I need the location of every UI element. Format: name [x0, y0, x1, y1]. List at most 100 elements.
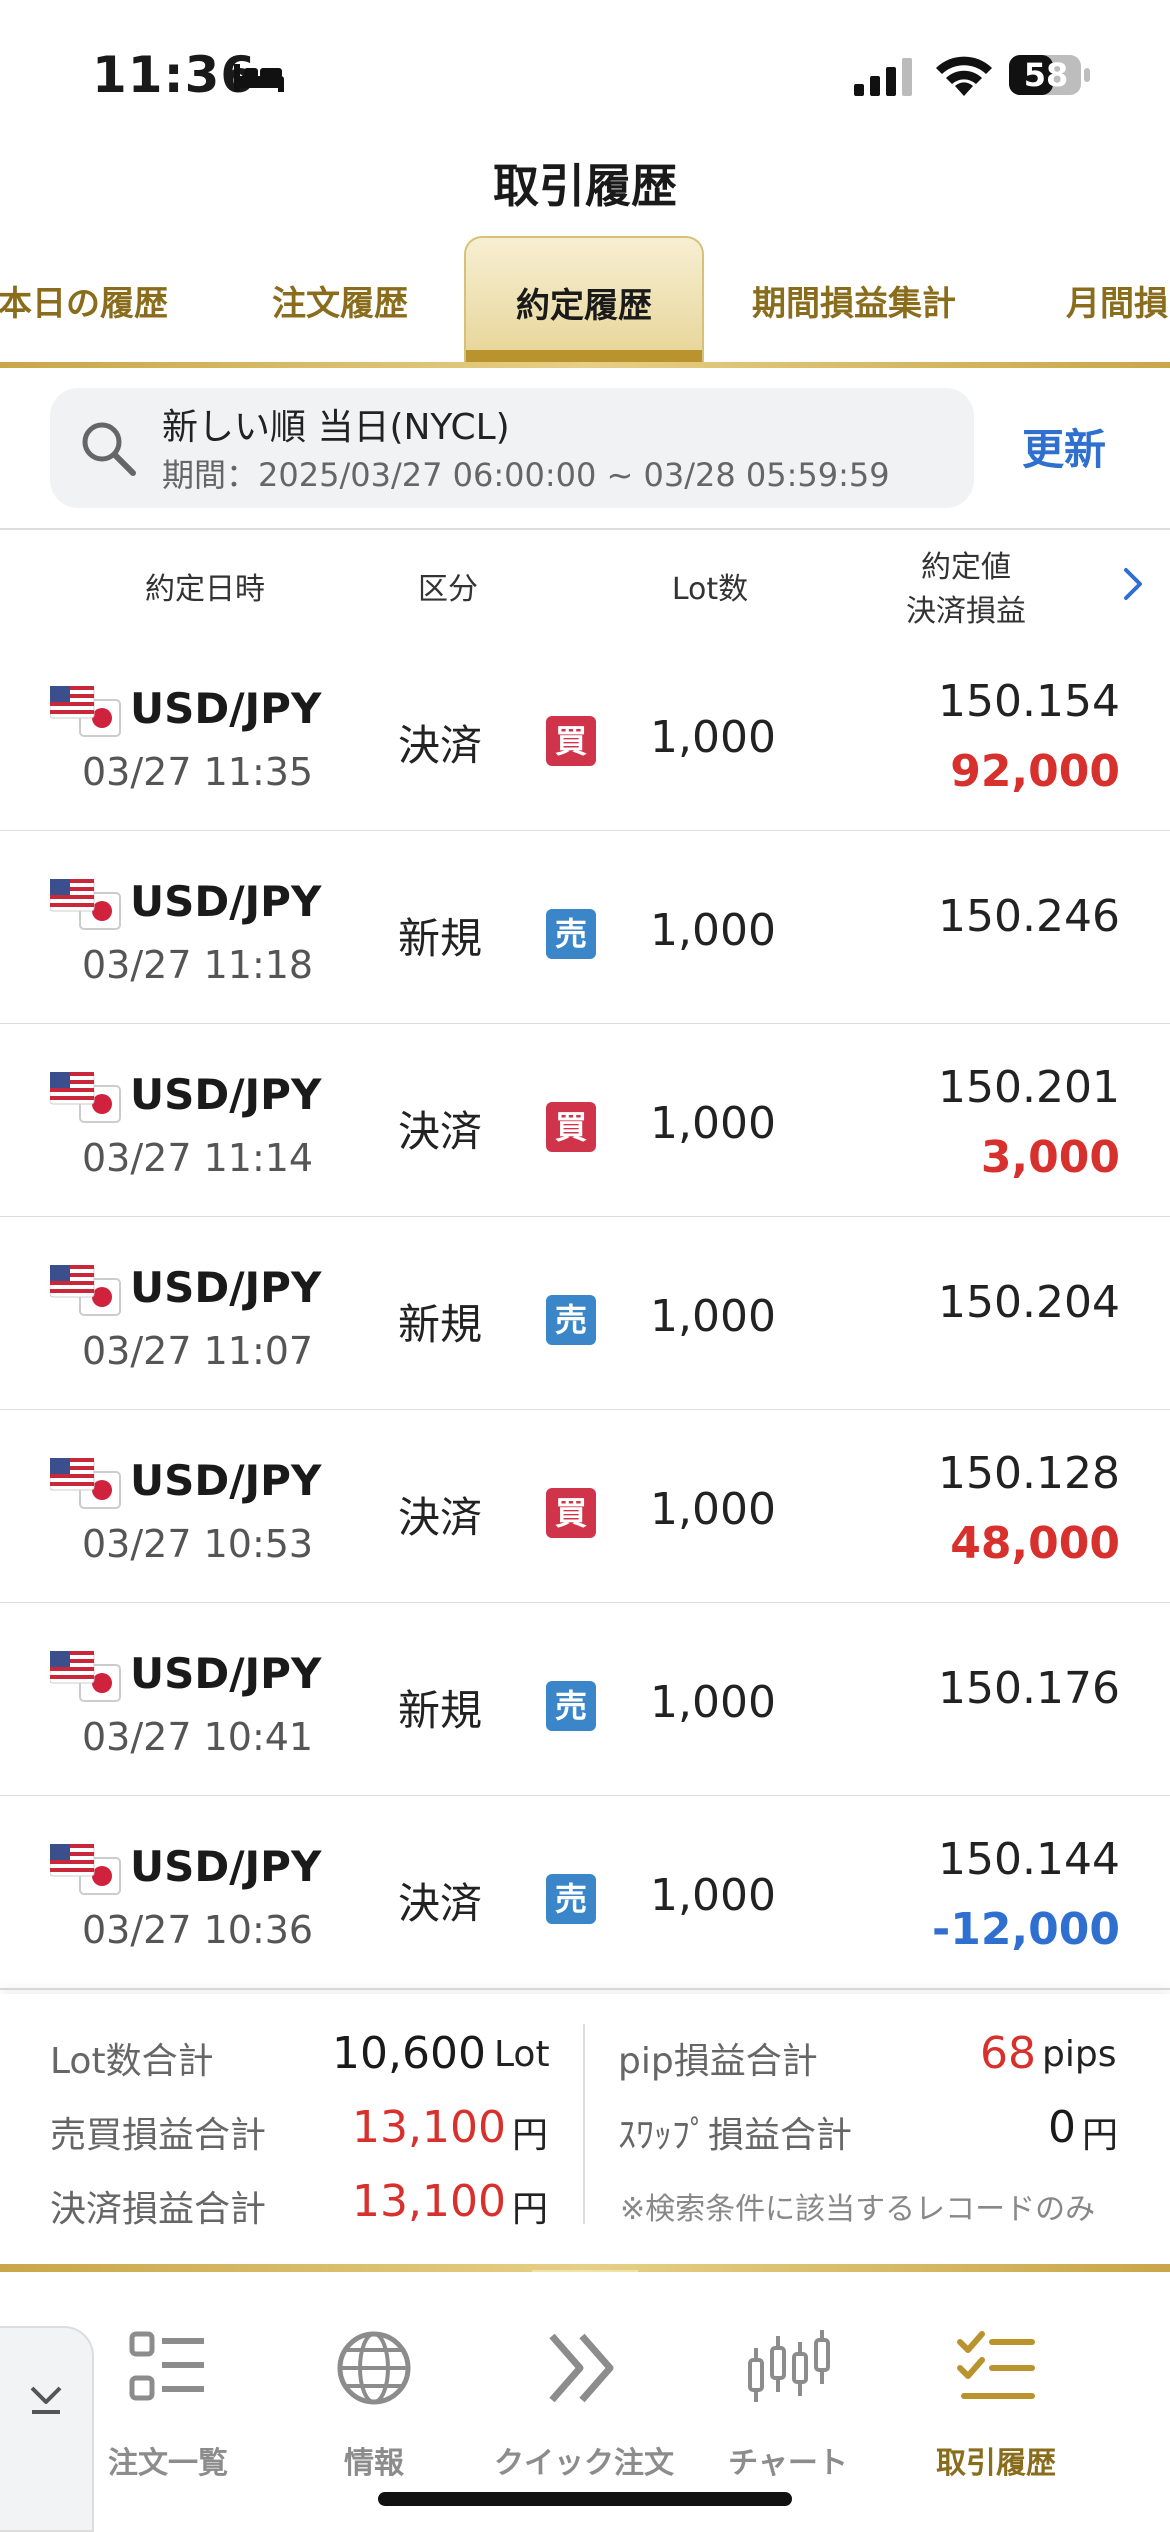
- search-sort-range: 新しい順 当日(NYCL): [162, 407, 510, 448]
- usd-jpy-flag-icon: [50, 1458, 121, 1509]
- collapse-down-icon: [30, 2386, 62, 2414]
- table-row[interactable]: USD/JPY 03/27 11:18 新規 売 1,000 150.246: [0, 831, 1170, 1025]
- trade-pnl-value: 13,100: [352, 2102, 506, 2153]
- table-row[interactable]: USD/JPY 03/27 10:41 新規 売 1,000 150.176: [0, 1603, 1170, 1797]
- side-badge: 買: [546, 716, 596, 766]
- side-badge: 買: [546, 1488, 596, 1538]
- swap-label: ｽﾜｯﾌﾟ損益合計: [618, 2115, 853, 2156]
- usd-jpy-flag-icon: [50, 1072, 121, 1123]
- trade-kind: 決済: [398, 1107, 483, 1156]
- settlement-pnl: 92,000: [950, 746, 1120, 797]
- lot-total-value: 10,600: [332, 2028, 486, 2079]
- lot-amount: 1,000: [650, 1291, 776, 1342]
- chevron-right-icon[interactable]: [1118, 564, 1148, 604]
- nav-order-list-label: 注文一覧: [108, 2446, 228, 2481]
- trade-kind: 新規: [398, 1300, 483, 1349]
- execution-datetime: 03/27 11:35: [82, 750, 314, 794]
- settle-pnl-value: 13,100: [352, 2176, 506, 2227]
- table-row[interactable]: USD/JPY 03/27 11:35 決済 買 1,000 150.154 92,000: [0, 638, 1170, 832]
- table-header: 約定日時 区分 Lot数 約定値 決済損益: [0, 528, 1170, 640]
- checklist-icon: [957, 2331, 1035, 2399]
- tab-order-history[interactable]: 注文履歴: [272, 276, 408, 325]
- execution-datetime: 03/27 11:07: [82, 1329, 314, 1373]
- tab-period-pnl[interactable]: 期間損益集計: [752, 276, 956, 325]
- tab-monthly-pnl[interactable]: 月間損: [1066, 276, 1168, 325]
- trade-kind: 決済: [398, 721, 483, 770]
- currency-pair: USD/JPY: [130, 684, 322, 733]
- usd-jpy-flag-icon: [50, 879, 121, 930]
- refresh-button[interactable]: 更新: [1022, 416, 1106, 477]
- execution-datetime: 03/27 11:14: [82, 1136, 314, 1180]
- lot-amount: 1,000: [650, 1677, 776, 1728]
- home-indicator: [378, 2492, 792, 2506]
- side-badge: 売: [546, 1874, 596, 1924]
- side-badge: 売: [546, 1295, 596, 1345]
- pip-unit: pips: [1042, 2034, 1117, 2075]
- nav-chart-label: チャート: [728, 2446, 848, 2481]
- col-datetime: 約定日時: [145, 572, 265, 607]
- tab-today-history[interactable]: 本日の履歴: [0, 276, 168, 325]
- summary-panel: Lot数合計 10,600 Lot 売買損益合計 13,100 円 決済損益合計…: [0, 1994, 1170, 2266]
- collapse-menu-button[interactable]: [0, 2326, 94, 2532]
- nav-info-label: 情報: [344, 2446, 404, 2481]
- execution-price: 150.201: [938, 1062, 1120, 1113]
- col-lot: Lot数: [671, 572, 749, 607]
- summary-divider: [583, 2024, 585, 2224]
- usd-jpy-flag-icon: [50, 1265, 121, 1316]
- page-title: 取引履歴: [493, 159, 677, 213]
- currency-pair: USD/JPY: [130, 1263, 322, 1312]
- currency-pair: USD/JPY: [130, 1456, 322, 1505]
- search-condition-box[interactable]: 新しい順 当日(NYCL) 期間：2025/03/27 06:00:00 ~ 0…: [50, 388, 974, 508]
- execution-datetime: 03/27 10:41: [82, 1715, 314, 1759]
- execution-price: 150.246: [938, 891, 1120, 942]
- lot-amount: 1,000: [650, 1870, 776, 1921]
- execution-price: 150.144: [938, 1834, 1120, 1885]
- execution-datetime: 03/27 11:18: [82, 943, 314, 987]
- lot-amount: 1,000: [650, 905, 776, 956]
- lot-amount: 1,000: [650, 1098, 776, 1149]
- trade-pnl-label: 売買損益合計: [50, 2115, 267, 2156]
- side-badge: 売: [546, 909, 596, 959]
- trade-kind: 新規: [398, 1686, 483, 1735]
- bed-icon: [234, 64, 284, 92]
- tab-divider: [0, 362, 1170, 368]
- usd-jpy-flag-icon: [50, 1844, 121, 1895]
- side-badge: 買: [546, 1102, 596, 1152]
- list-icon: [129, 2331, 204, 2401]
- battery-level: 58: [1023, 56, 1069, 94]
- col-price: 約定値: [921, 550, 1011, 585]
- currency-pair: USD/JPY: [130, 1070, 322, 1119]
- execution-price: 150.176: [938, 1663, 1120, 1714]
- globe-icon: [337, 2331, 411, 2405]
- pip-value: 68: [980, 2028, 1036, 2079]
- tab-execution-history-label: 約定履歴: [516, 286, 652, 326]
- nav-trade-history-label: 取引履歴: [936, 2446, 1056, 2481]
- candlestick-chart-icon: [748, 2330, 830, 2402]
- tab-bar: 本日の履歴 注文履歴 約定履歴 期間損益集計 月間損: [0, 236, 1170, 368]
- tab-execution-history[interactable]: 約定履歴: [464, 236, 704, 364]
- summary-note: ※検索条件に該当するレコードのみ: [620, 2192, 1096, 2227]
- table-row[interactable]: USD/JPY 03/27 11:14 決済 買 1,000 150.201 3,000: [0, 1024, 1170, 1218]
- col-kind: 区分: [418, 572, 478, 607]
- execution-datetime: 03/27 10:53: [82, 1522, 314, 1566]
- lot-amount: 1,000: [650, 1484, 776, 1535]
- trade-kind: 決済: [398, 1879, 483, 1928]
- trade-pnl-unit: 円: [512, 2115, 549, 2156]
- settle-pnl-label: 決済損益合計: [50, 2189, 267, 2230]
- side-badge: 売: [546, 1681, 596, 1731]
- status-bar: 11:36 58: [0, 0, 1170, 150]
- table-row[interactable]: USD/JPY 03/27 10:53 決済 買 1,000 150.128 48,000: [0, 1410, 1170, 1604]
- lot-amount: 1,000: [650, 712, 776, 763]
- search-icon: [82, 422, 136, 476]
- table-row[interactable]: USD/JPY 03/27 10:36 決済 売 1,000 150.144 -12,000: [0, 1796, 1170, 1990]
- settle-pnl-unit: 円: [512, 2189, 549, 2230]
- swap-value: 0: [1048, 2102, 1076, 2153]
- pip-label: pip損益合計: [618, 2041, 818, 2082]
- table-row[interactable]: USD/JPY 03/27 11:07 新規 売 1,000 150.204: [0, 1217, 1170, 1411]
- execution-price: 150.204: [938, 1277, 1120, 1328]
- execution-price: 150.128: [938, 1448, 1120, 1499]
- currency-pair: USD/JPY: [130, 877, 322, 926]
- usd-jpy-flag-icon: [50, 1651, 121, 1702]
- execution-datetime: 03/27 10:36: [82, 1908, 314, 1952]
- settlement-pnl: -12,000: [931, 1904, 1120, 1955]
